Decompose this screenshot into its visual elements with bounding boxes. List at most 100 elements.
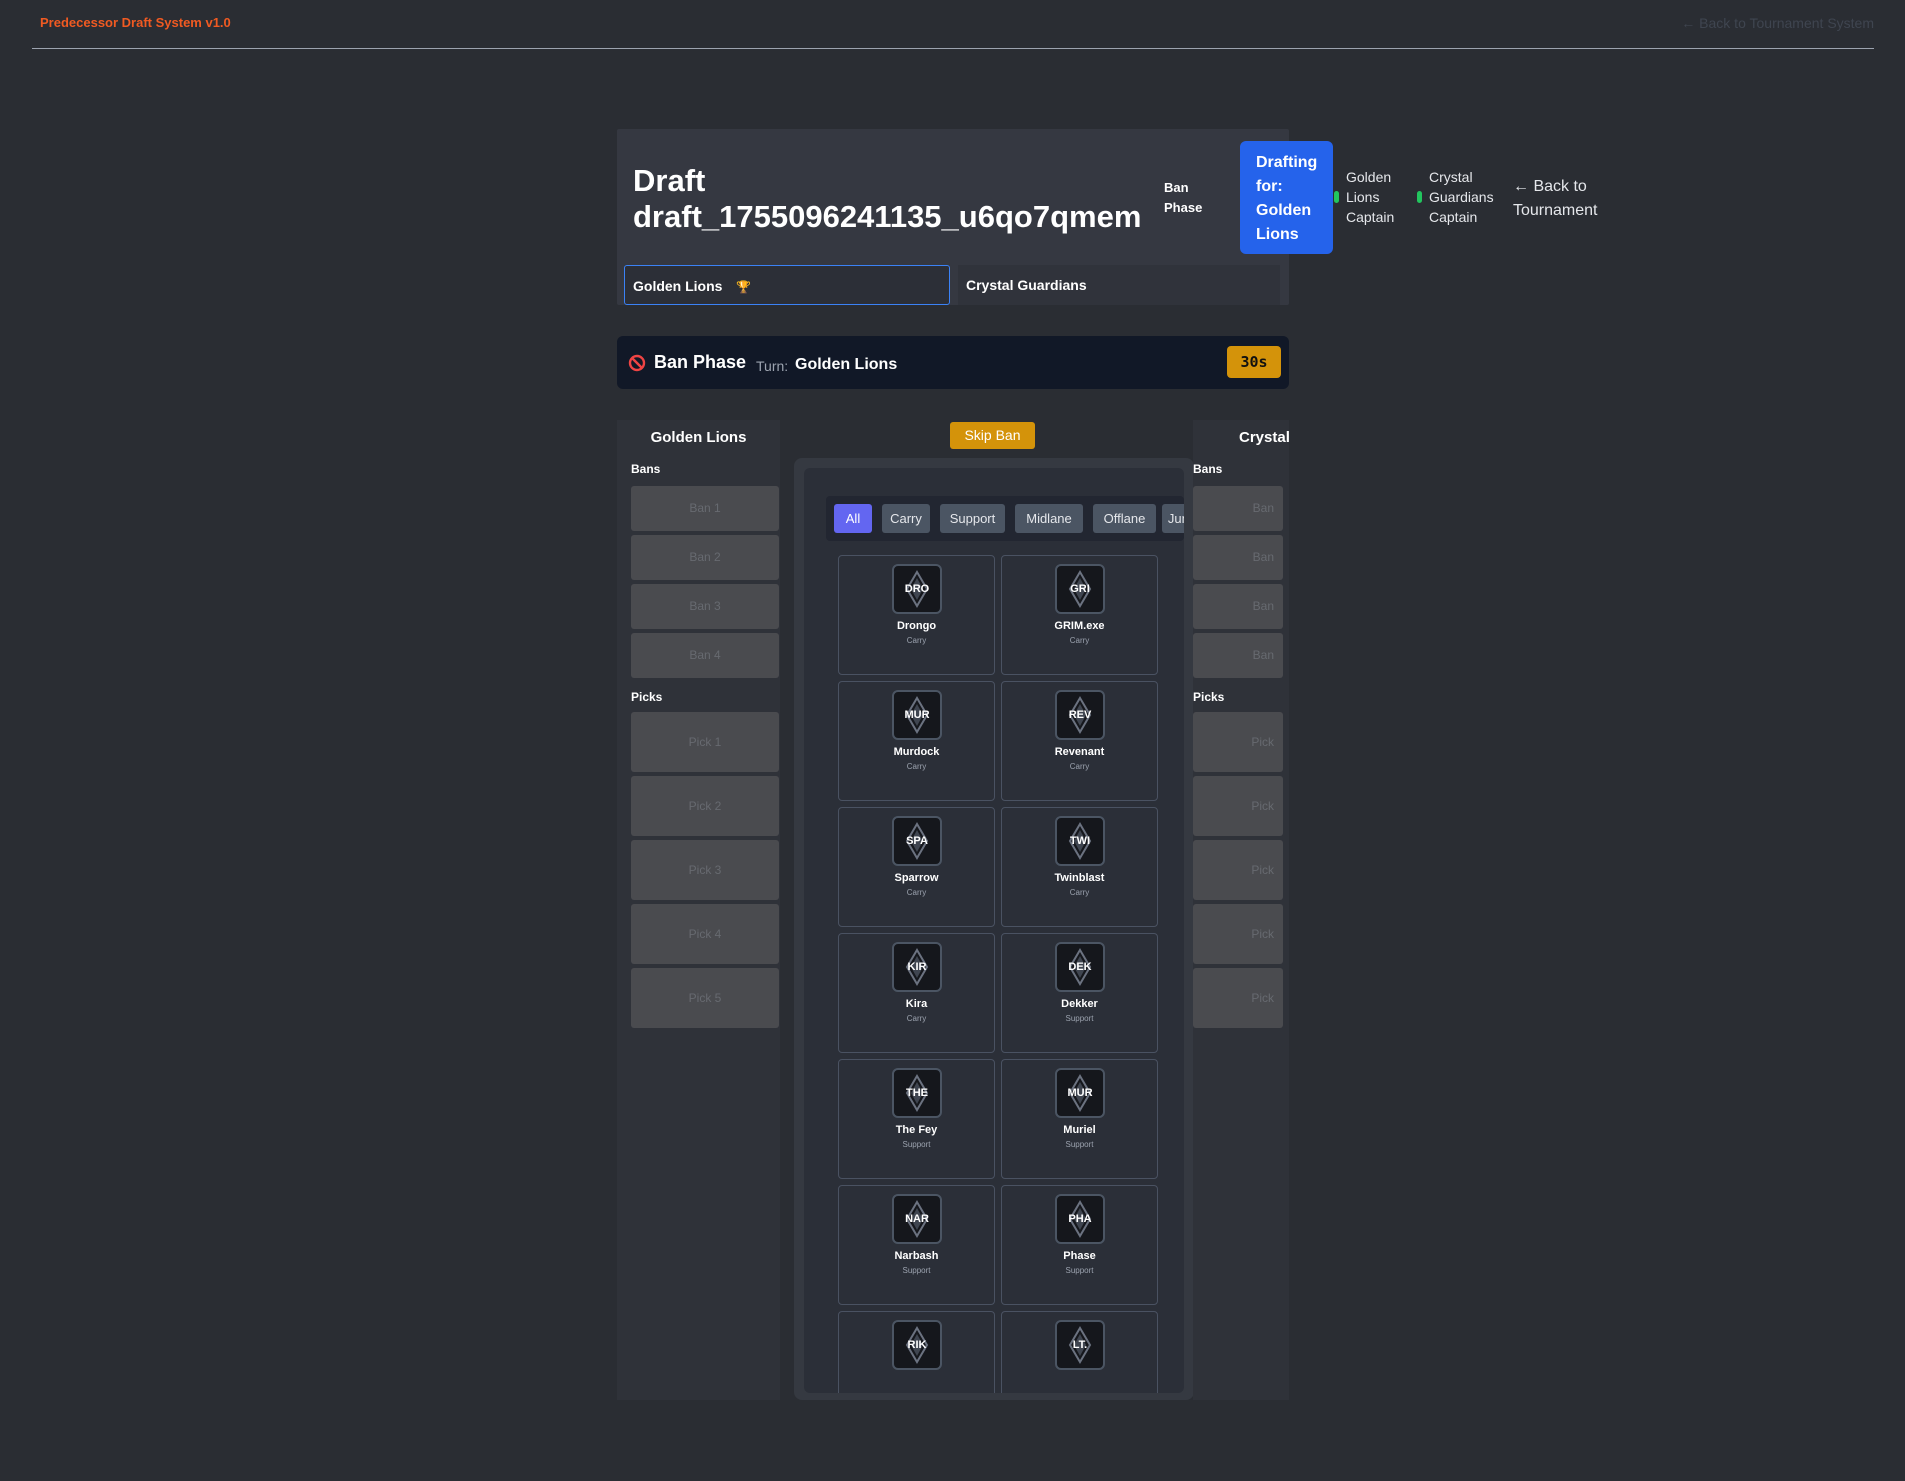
top-navbar: Predecessor Draft System v1.0 ← Back to … (32, 0, 1874, 49)
hero-role: Support (1065, 1014, 1094, 1023)
hero-role: Carry (1069, 888, 1090, 897)
hero-portrait: GRI (1055, 564, 1105, 614)
team-name: Golden Lions (650, 429, 747, 446)
ban-slot-1: Ban (1193, 486, 1283, 531)
pick-slot-3: Pick 3 (631, 840, 779, 900)
hero-name: Dekker (1061, 998, 1098, 1010)
hero-card[interactable]: REV Revenant Carry (1001, 681, 1158, 801)
hero-role: Carry (906, 888, 927, 897)
hero-portrait: DEK (1055, 942, 1105, 992)
hero-card[interactable]: KIR Kira Carry (838, 933, 995, 1053)
drafting-for-badge: Drafting for: Golden Lions (1240, 141, 1333, 254)
hero-abbr: LT. (1072, 1339, 1088, 1351)
captain-status-crystal-guardians: Crystal Guardians Captain (1417, 167, 1509, 227)
role-filter-bar: All Carry Support Midlane Offlane Jung (826, 496, 1184, 541)
hero-card[interactable]: MUR Muriel Support (1001, 1059, 1158, 1179)
hero-abbr: DRO (904, 583, 930, 595)
online-indicator-icon (1417, 191, 1422, 203)
hero-abbr: RIK (907, 1339, 927, 1351)
ban-slot-4: Ban 4 (631, 633, 779, 678)
hero-portrait: TWI (1055, 816, 1105, 866)
ban-slot-2: Ban 2 (631, 535, 779, 580)
phase-bar: Ban Phase Turn: Golden Lions 30s (617, 336, 1289, 389)
pick-slot-1: Pick (1193, 712, 1283, 772)
pick-slot-4: Pick 4 (631, 904, 779, 964)
hero-abbr: SPA (906, 835, 928, 847)
hero-grid-scroll[interactable]: All Carry Support Midlane Offlane Jung DRO Dro… (804, 468, 1184, 1393)
hero-name: Murdock (893, 746, 940, 758)
tab-crystal-guardians[interactable]: Crystal Guardians (958, 265, 1280, 305)
ban-slot-2: Ban (1193, 535, 1283, 580)
hero-card[interactable]: LT. (1001, 1311, 1158, 1393)
back-to-system-link[interactable]: ← Back to Tournament System (1681, 15, 1874, 31)
hero-role: Support (902, 1140, 931, 1149)
hero-abbr: GRI (1070, 583, 1090, 595)
hero-portrait: KIR (892, 942, 942, 992)
pick-slot-5: Pick (1193, 968, 1283, 1028)
filter-offlane[interactable]: Offlane (1093, 504, 1156, 533)
pick-slot-5: Pick 5 (631, 968, 779, 1028)
bans-label: Bans (1193, 462, 1223, 476)
hero-card[interactable]: MUR Murdock Carry (838, 681, 995, 801)
hero-grid-panel: All Carry Support Midlane Offlane Jung DRO Dro… (794, 458, 1194, 1400)
hero-name: Sparrow (894, 872, 939, 884)
pick-slot-4: Pick (1193, 904, 1283, 964)
filter-all[interactable]: All (834, 504, 872, 533)
hero-card[interactable]: NAR Narbash Support (838, 1185, 995, 1305)
hero-portrait: REV (1055, 690, 1105, 740)
back-to-tournament-link[interactable]: ← Back to Tournament (1513, 175, 1613, 223)
pick-slot-3: Pick (1193, 840, 1283, 900)
ban-slot-1: Ban 1 (631, 486, 779, 531)
phase-title: Ban Phase (654, 352, 747, 372)
filter-midlane[interactable]: Midlane (1015, 504, 1083, 533)
filter-carry[interactable]: Carry (882, 504, 930, 533)
filter-support[interactable]: Support (940, 504, 1005, 533)
captain-label: Crystal Guardians Captain (1429, 169, 1494, 225)
hero-card[interactable]: TWI Twinblast Carry (1001, 807, 1158, 927)
hero-portrait: NAR (892, 1194, 942, 1244)
hero-abbr: KIR (907, 961, 927, 973)
hero-abbr: TWI (1069, 835, 1091, 847)
hero-card[interactable]: SPA Sparrow Carry (838, 807, 995, 927)
hero-card[interactable]: PHA Phase Support (1001, 1185, 1158, 1305)
draft-title: Draft draft_1755096241135_u6qo7qmem (633, 163, 1142, 234)
hero-abbr: MUR (1067, 1087, 1093, 1099)
hero-card[interactable]: GRI GRIM.exe Carry (1001, 555, 1158, 675)
team-name: Crystal Gu (1239, 429, 1289, 446)
turn-label: Turn: (756, 358, 789, 374)
team-panel-crystal-guardians: Crystal Gu Bans BanBanBanBan Picks PickP… (1193, 420, 1289, 1400)
tab-label: Crystal Guardians (966, 277, 1087, 293)
hero-abbr: PHA (1068, 1213, 1092, 1225)
hero-portrait: SPA (892, 816, 942, 866)
bans-label: Bans (631, 462, 661, 476)
hero-role: Carry (1069, 762, 1090, 771)
hero-card[interactable]: RIK (838, 1311, 995, 1393)
draft-board: Golden Lions Bans Ban 1 Ban 2 Ban 3 Ban 4 P… (617, 420, 1289, 1400)
app-title: Predecessor Draft System v1.0 (40, 15, 231, 30)
hero-abbr: MUR (904, 709, 930, 721)
tab-golden-lions[interactable]: Golden Lions 🏆 (624, 265, 950, 305)
captain-status-golden-lions: Golden Lions Captain (1334, 167, 1416, 227)
hero-card[interactable]: DEK Dekker Support (1001, 933, 1158, 1053)
skip-ban-button[interactable]: Skip Ban (950, 422, 1035, 449)
hero-portrait: MUR (892, 690, 942, 740)
hero-name: Drongo (896, 620, 937, 632)
hero-role: Carry (1069, 636, 1090, 645)
tab-label: Golden Lions (633, 278, 723, 294)
filter-jung[interactable]: Jung (1162, 504, 1184, 533)
hero-card[interactable]: DRO Drongo Carry (838, 555, 995, 675)
hero-role: Carry (906, 636, 927, 645)
hero-role: Carry (906, 762, 927, 771)
hero-portrait: THE (892, 1068, 942, 1118)
hero-portrait: DRO (892, 564, 942, 614)
ban-slot-3: Ban (1193, 584, 1283, 629)
hero-role: Support (1065, 1266, 1094, 1275)
ban-slot-4: Ban (1193, 633, 1283, 678)
hero-card[interactable]: THE The Fey Support (838, 1059, 995, 1179)
hero-role: Support (1065, 1140, 1094, 1149)
ban-icon (628, 354, 646, 372)
team-panel-golden-lions: Golden Lions Bans Ban 1 Ban 2 Ban 3 Ban 4 P… (617, 420, 780, 1400)
pick-slot-1: Pick 1 (631, 712, 779, 772)
pick-slot-2: Pick 2 (631, 776, 779, 836)
turn-timer: 30s (1227, 346, 1281, 378)
